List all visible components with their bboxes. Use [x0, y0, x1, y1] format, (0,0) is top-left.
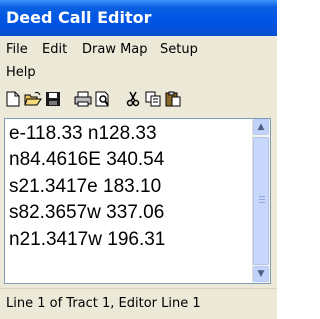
open-folder-icon[interactable] [24, 90, 42, 108]
cut-icon[interactable] [124, 90, 142, 108]
toolbar [0, 86, 277, 114]
status-bar: Line 1 of Tract 1, Editor Line 1 [0, 288, 277, 319]
window-title: Deed Call Editor [6, 8, 152, 27]
print-icon[interactable] [74, 90, 92, 108]
menu-edit[interactable]: Edit [42, 42, 67, 57]
vertical-scrollbar[interactable]: ▲ ▼ [252, 119, 270, 283]
title-bar: Deed Call Editor [0, 0, 277, 36]
new-file-icon[interactable] [4, 90, 22, 108]
save-icon[interactable] [44, 90, 62, 108]
editor-line: s21.3417e 183.10 [9, 176, 162, 197]
print-preview-icon[interactable] [94, 90, 112, 108]
editor-line: s82.3657w 337.06 [9, 202, 165, 223]
menu-bar: File Edit Draw Map Setup Help [0, 36, 277, 86]
menu-draw-map[interactable]: Draw Map [82, 42, 148, 57]
menu-setup[interactable]: Setup [160, 42, 198, 57]
editor-line: e-118.33 n128.33 [9, 123, 157, 144]
scroll-down-icon[interactable]: ▼ [253, 266, 269, 282]
menu-help[interactable]: Help [6, 65, 36, 80]
thumb-grip [259, 196, 265, 197]
status-text: Line 1 of Tract 1, Editor Line 1 [6, 296, 201, 311]
deed-call-editor-window: Deed Call Editor File Edit Draw Map Setu… [0, 0, 277, 319]
scroll-thumb[interactable] [253, 137, 269, 265]
paste-icon[interactable] [164, 90, 182, 108]
editor-line: n21.3417w 196.31 [9, 229, 166, 250]
deed-call-text-area[interactable]: e-118.33 n128.33 n84.4616E 340.54 s21.34… [4, 118, 271, 284]
thumb-grip [259, 202, 265, 203]
editor-line: n84.4616E 340.54 [9, 149, 165, 170]
thumb-grip [259, 199, 265, 200]
menu-file[interactable]: File [6, 42, 28, 57]
scroll-up-icon[interactable]: ▲ [253, 119, 269, 135]
copy-icon[interactable] [144, 90, 162, 108]
